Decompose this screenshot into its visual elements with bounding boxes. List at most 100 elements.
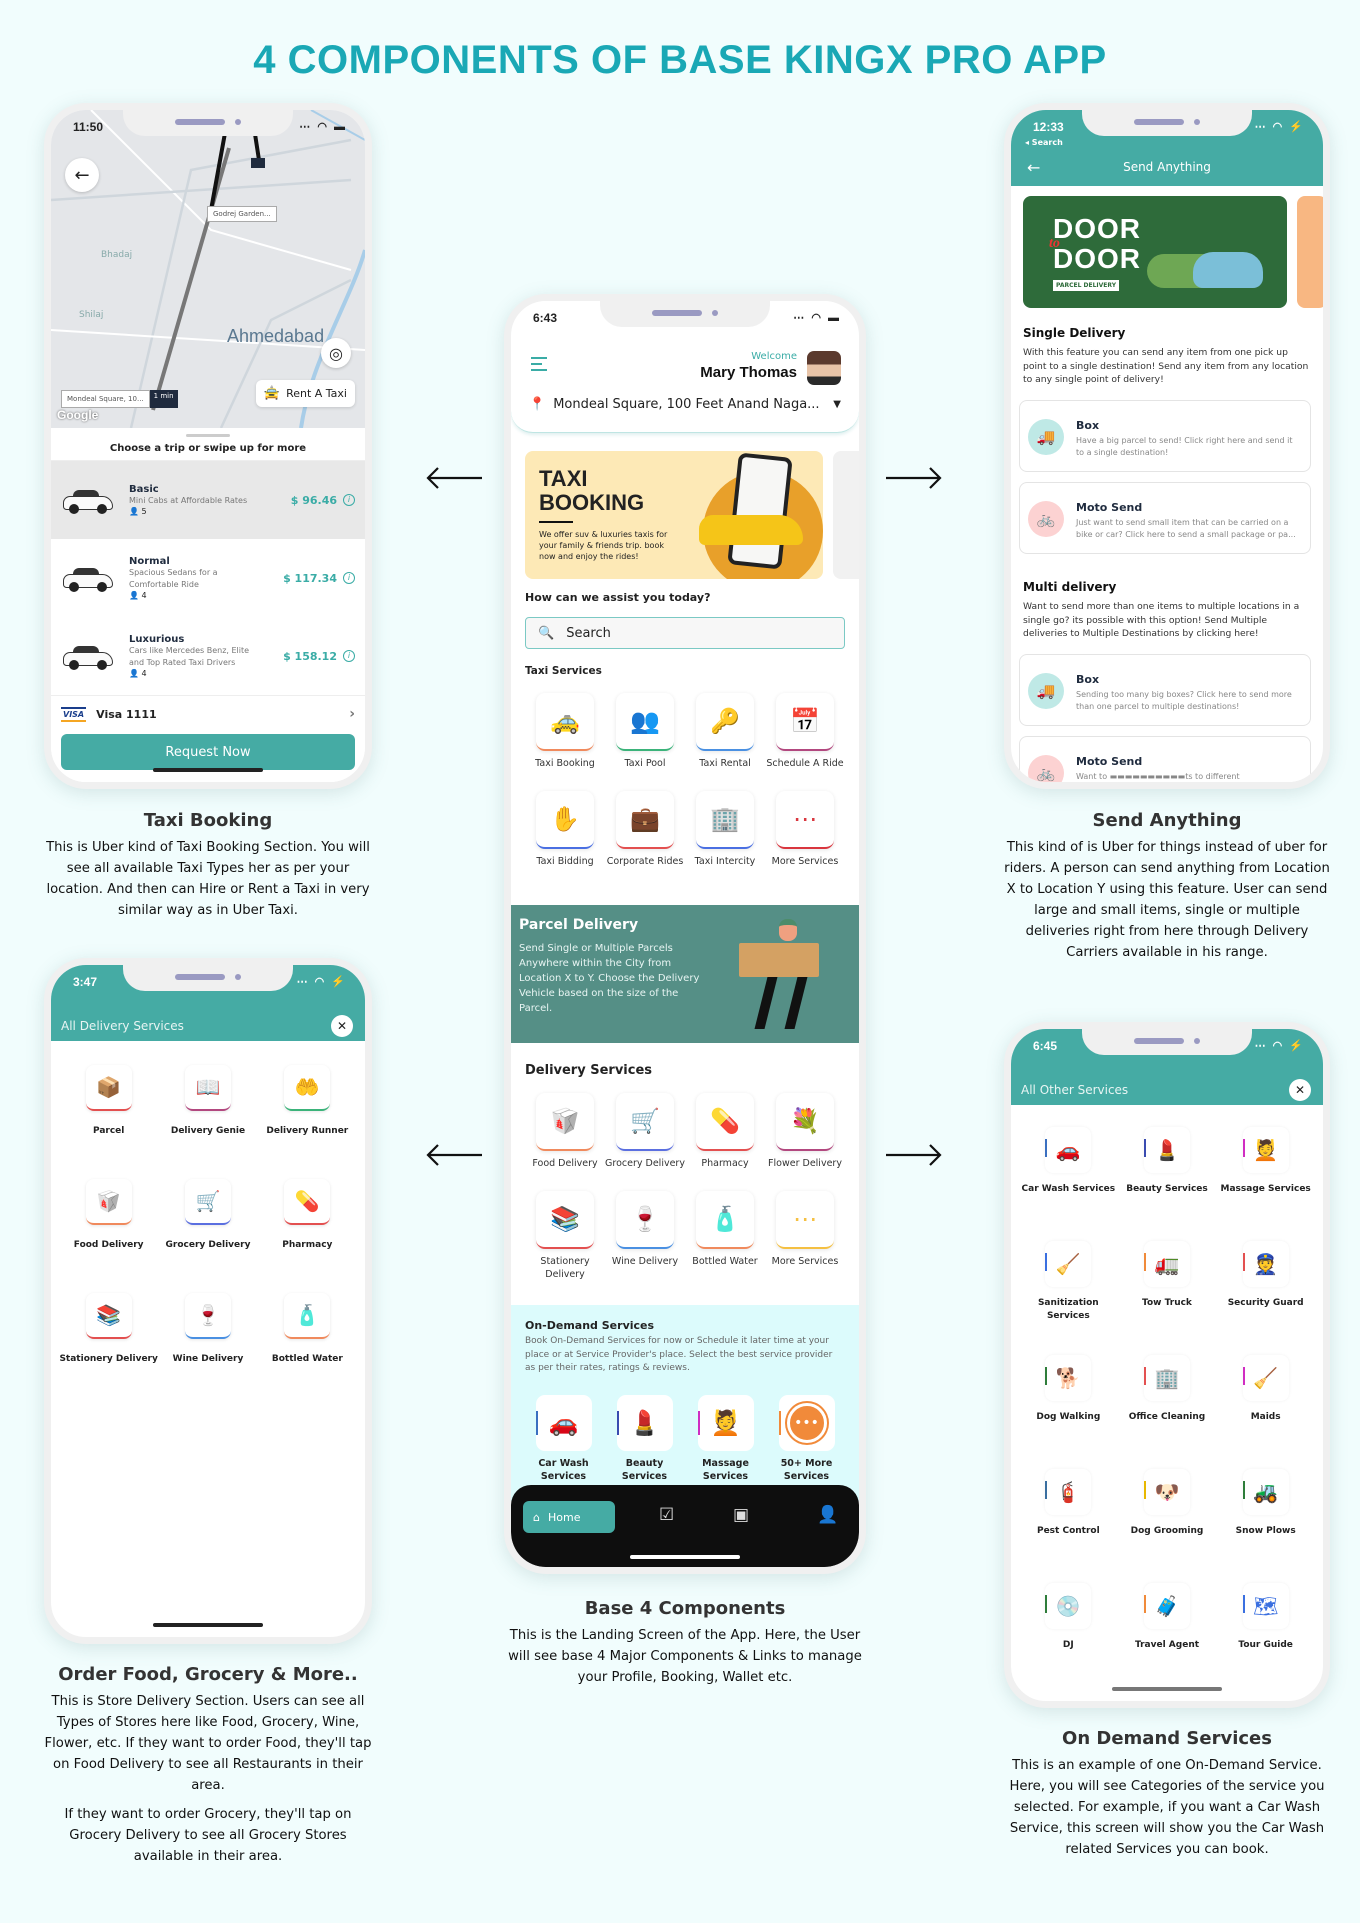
ondemand-item[interactable]: ••• 50+ More Services xyxy=(766,1395,847,1483)
eta-label: 1 min xyxy=(149,390,178,408)
trip-option[interactable]: Luxurious Cars like Mercedes Benz, Elite … xyxy=(51,617,365,695)
security-guard-icon: 👮 xyxy=(1242,1241,1289,1287)
service-item[interactable]: 📚 Stationery Delivery xyxy=(59,1293,158,1407)
service-label: Pharmacy xyxy=(701,1158,749,1169)
service-item[interactable]: 🚕 Taxi Booking xyxy=(525,693,605,783)
service-item[interactable]: 📦 Parcel xyxy=(59,1065,158,1179)
service-item[interactable]: 📚 Stationery Delivery xyxy=(525,1191,605,1281)
service-item[interactable]: 👮 Security Guard xyxy=(1216,1241,1315,1355)
delivery-option-card[interactable]: 🚚 Box Have a big parcel to send! Click rig… xyxy=(1019,400,1311,472)
delivery-option-card[interactable]: 🚚 Box Sending too many big boxes? Click he… xyxy=(1019,654,1311,726)
service-item[interactable]: 🛒 Grocery Delivery xyxy=(158,1179,257,1293)
service-label: Wine Delivery xyxy=(172,1354,244,1364)
bookings-icon[interactable]: ☑ xyxy=(659,1505,674,1525)
profile-icon[interactable]: 👤 xyxy=(817,1505,838,1525)
payment-method-row[interactable]: VISA Visa 1111 › xyxy=(51,695,365,732)
calendar-icon: 📅 xyxy=(776,693,834,751)
banner-title-line: BOOKING xyxy=(539,490,645,515)
service-item[interactable]: 🧴 Bottled Water xyxy=(258,1293,357,1407)
water-bottle-icon: 🧴 xyxy=(696,1191,754,1249)
service-item[interactable]: 🏢 Office Cleaning xyxy=(1118,1355,1217,1469)
ondemand-item[interactable]: 💄 Beauty Services xyxy=(604,1395,685,1483)
back-button[interactable]: ← xyxy=(65,158,99,192)
trip-option[interactable]: Basic Mini Cabs at Affordable Rates 👤 5 $ 9… xyxy=(51,461,365,539)
service-item[interactable]: 💼 Corporate Rides xyxy=(605,791,685,881)
info-icon[interactable]: i xyxy=(343,572,355,584)
service-item[interactable]: 🗺 Tour Guide xyxy=(1216,1583,1315,1697)
service-item[interactable]: 👥 Taxi Pool xyxy=(605,693,685,783)
service-item[interactable]: 🥡 Food Delivery xyxy=(59,1179,158,1293)
service-item[interactable]: 🧹 Maids xyxy=(1216,1355,1315,1469)
service-item[interactable]: 💄 Beauty Services xyxy=(1118,1127,1217,1241)
service-item[interactable]: 🚗 Car Wash Services xyxy=(1019,1127,1118,1241)
avatar[interactable] xyxy=(807,351,841,385)
ondemand-item[interactable]: 🚗 Car Wash Services xyxy=(523,1395,604,1483)
trip-seats: 👤 5 xyxy=(129,507,291,516)
next-banner[interactable] xyxy=(833,451,859,579)
service-item[interactable]: 🚜 Snow Plows xyxy=(1216,1469,1315,1583)
info-icon[interactable]: i xyxy=(343,650,355,662)
delivery-option-card[interactable]: 🚲 Moto Send Just want to send small item t… xyxy=(1019,482,1311,554)
trip-sheet: Choose a trip or swipe up for more Basic… xyxy=(51,428,365,782)
map-view[interactable]: ← Godrej Garden... Ahmedabad Bhadaj Shil… xyxy=(51,110,365,428)
info-icon[interactable]: i xyxy=(343,494,355,506)
close-button[interactable]: ✕ xyxy=(1289,1079,1311,1101)
service-item[interactable]: 🐶 Dog Grooming xyxy=(1118,1469,1217,1583)
service-item[interactable]: 🔑 Taxi Rental xyxy=(685,693,765,783)
parcel-delivery-banner[interactable]: Parcel Delivery Send Single or Multiple … xyxy=(511,905,859,1043)
request-now-button[interactable]: Request Now xyxy=(61,734,355,770)
delivery-option-card[interactable]: 🚲 Moto Send Want to ▬▬▬▬▬▬▬▬▬▬ts to differ… xyxy=(1019,736,1311,782)
service-item[interactable]: 🧯 Pest Control xyxy=(1019,1469,1118,1583)
service-label: Travel Agent xyxy=(1134,1640,1200,1650)
service-item[interactable]: 🚛 Tow Truck xyxy=(1118,1241,1217,1355)
other-services-grid: 🚗 Car Wash Services 💄 Beauty Services 💆 Massa… xyxy=(1019,1127,1315,1697)
rent-a-taxi-button[interactable]: 🚖 Rent A Taxi xyxy=(255,380,355,407)
service-item[interactable]: 💐 Flower Delivery xyxy=(765,1093,845,1183)
rent-a-taxi-label: Rent A Taxi xyxy=(286,387,347,400)
service-item[interactable]: 📖 Delivery Genie xyxy=(158,1065,257,1179)
wallet-icon[interactable]: ▣ xyxy=(733,1505,749,1525)
service-item[interactable]: 🧹 Sanitization Services xyxy=(1019,1241,1118,1355)
service-item[interactable]: 🐕 Dog Walking xyxy=(1019,1355,1118,1469)
send-anything-phone: ◂ Search ← Send Anything 12:33 ⋯ ◠ ⚡ DOO… xyxy=(1004,103,1330,789)
door-to-door-banner[interactable]: DOOR DOOR to PARCEL DELIVERY xyxy=(1023,196,1287,308)
back-to-app-link[interactable]: ◂ Search xyxy=(1025,138,1063,147)
service-item[interactable]: 💆 Massage Services xyxy=(1216,1127,1315,1241)
location-selector[interactable]: 📍 Mondeal Square, 100 Feet Anand Naga...… xyxy=(529,397,841,412)
tab-home[interactable]: ⌂ Home xyxy=(523,1501,615,1533)
service-item[interactable]: ⋯ More Services xyxy=(765,791,845,881)
service-item[interactable]: 🤲 Delivery Runner xyxy=(258,1065,357,1179)
sheet-grip[interactable] xyxy=(186,434,230,437)
menu-icon[interactable] xyxy=(531,357,547,375)
service-item[interactable]: 🍷 Wine Delivery xyxy=(605,1191,685,1281)
service-item[interactable]: 📅 Schedule A Ride xyxy=(765,693,845,783)
car-wash-icon: 🚗 xyxy=(535,1395,592,1451)
trip-option[interactable]: Normal Spacious Sedans for a Comfortable … xyxy=(51,539,365,617)
next-banner[interactable] xyxy=(1297,196,1323,308)
ondemand-item[interactable]: 💆 Massage Services xyxy=(685,1395,766,1483)
caption-heading: On Demand Services xyxy=(1062,1728,1272,1749)
service-item[interactable]: 🛒 Grocery Delivery xyxy=(605,1093,685,1183)
truck-icon: 🚚 xyxy=(1028,419,1064,455)
service-item[interactable]: 🍷 Wine Delivery xyxy=(158,1293,257,1407)
service-item[interactable]: 🧳 Travel Agent xyxy=(1118,1583,1217,1697)
service-label: Tour Guide xyxy=(1238,1640,1293,1650)
locate-me-button[interactable]: ◎ xyxy=(321,338,351,368)
service-label: Massage Services xyxy=(1220,1184,1311,1194)
taxi-icon: 🚕 xyxy=(536,693,594,751)
service-item[interactable]: ⋯ More Services xyxy=(765,1191,845,1281)
other-services-phone: All Other Services ✕ 6:45 ⋯ ◠ ⚡ 🚗 Car Was… xyxy=(1004,1022,1330,1708)
send-caption: Send Anything This kind of is Uber for t… xyxy=(1004,810,1330,963)
seat-count: 4 xyxy=(141,669,147,678)
service-item[interactable]: 💊 Pharmacy xyxy=(685,1093,765,1183)
service-item[interactable]: 💊 Pharmacy xyxy=(258,1179,357,1293)
service-item[interactable]: 🧴 Bottled Water xyxy=(685,1191,765,1281)
taxi-booking-banner[interactable]: TAXI BOOKING We offer suv & luxuries taxi… xyxy=(525,451,823,579)
search-input[interactable]: 🔍 Search xyxy=(525,617,845,649)
service-item[interactable]: 🏢 Taxi Intercity xyxy=(685,791,765,881)
status-time: 6:43 xyxy=(533,311,558,325)
close-button[interactable]: ✕ xyxy=(331,1015,353,1037)
service-item[interactable]: 💿 DJ xyxy=(1019,1583,1118,1697)
service-item[interactable]: 🥡 Food Delivery xyxy=(525,1093,605,1183)
service-item[interactable]: ✋ Taxi Bidding xyxy=(525,791,605,881)
